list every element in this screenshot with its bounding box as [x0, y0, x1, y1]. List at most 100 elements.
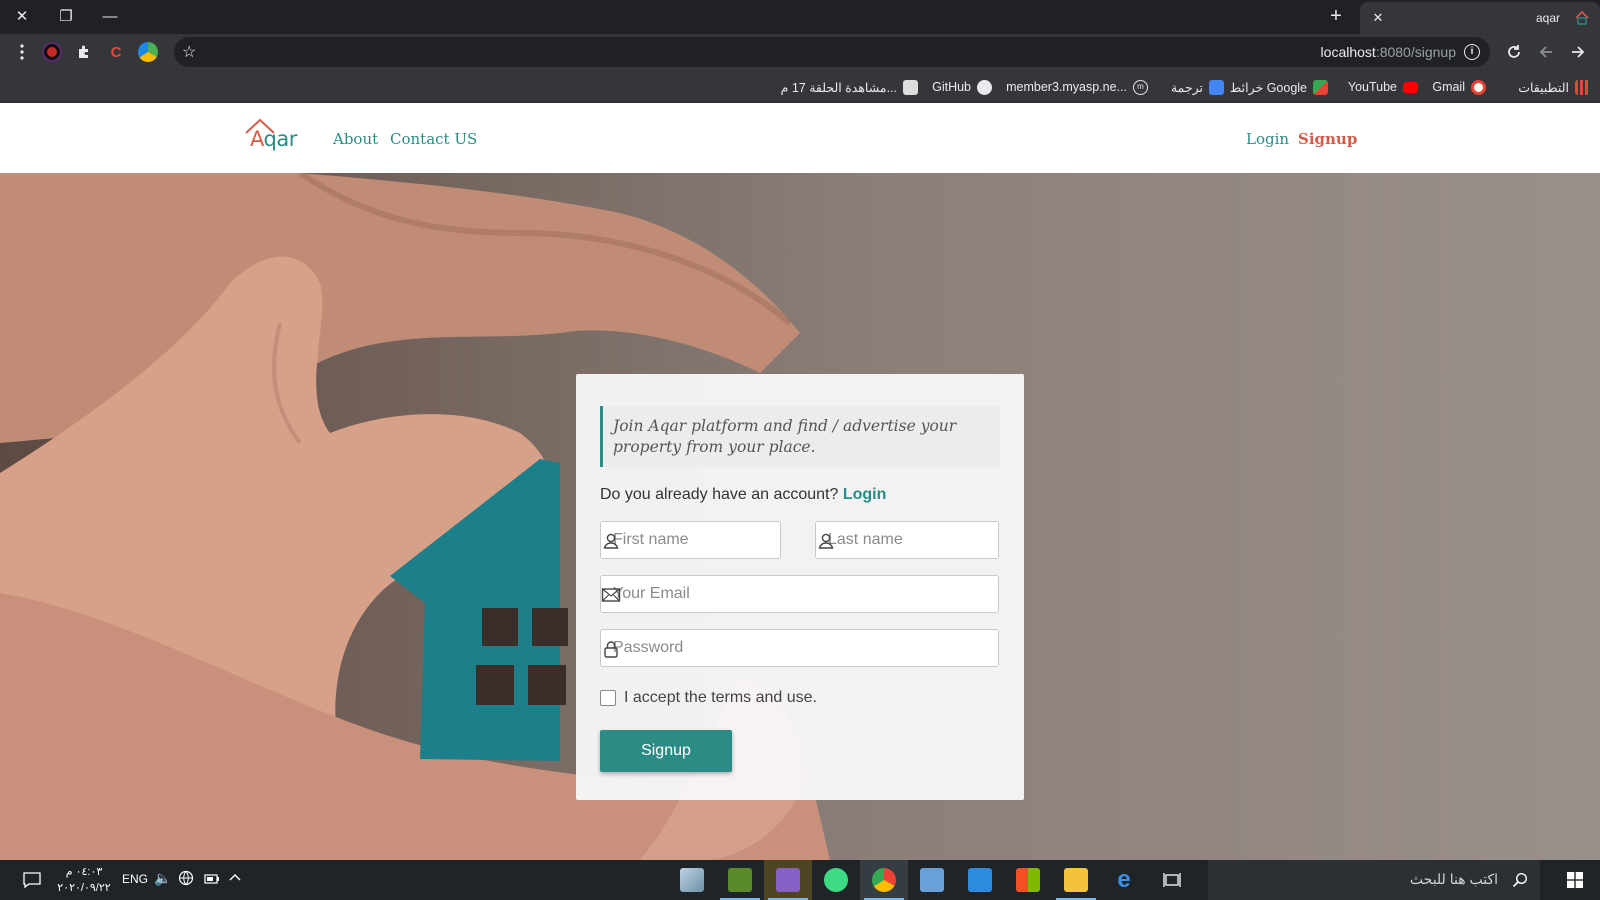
back-button[interactable] — [1532, 39, 1560, 65]
bookmark-member3[interactable]: member3.myasp.ne... m — [1006, 78, 1148, 96]
taskbar-app-explorer[interactable] — [1052, 860, 1100, 900]
web-page: Aqar About Contact US Login Signup Join … — [0, 103, 1600, 860]
edge-icon: e — [1117, 866, 1131, 893]
window-minimize-button[interactable]: — — [88, 0, 132, 32]
bookmark-translate[interactable]: ترجمة — [1171, 78, 1224, 96]
signup-button[interactable]: Signup — [600, 730, 732, 772]
mail-icon — [968, 868, 992, 892]
language-indicator[interactable]: ENG — [122, 872, 148, 886]
github-icon — [977, 79, 992, 95]
taskbar-app-sql[interactable] — [716, 860, 764, 900]
bookmark-episode[interactable]: مشاهدة الحلقة 17 م... — [781, 78, 918, 96]
logo-rest: qar — [263, 127, 298, 151]
address-bar[interactable]: ☆ localhost:8080/signup i — [174, 37, 1490, 67]
more-vertical-icon — [20, 44, 24, 60]
bookmark-apps[interactable]: التطبيقات — [1518, 78, 1590, 96]
apps-grid-icon — [1575, 79, 1590, 95]
taskbar-app-store[interactable] — [1004, 860, 1052, 900]
taskbar-app-android-studio[interactable] — [812, 860, 860, 900]
battery-icon[interactable] — [204, 873, 220, 888]
site-navbar: Aqar About Contact US Login Signup — [0, 103, 1600, 173]
first-name-input[interactable] — [601, 522, 780, 558]
extension-c-icon[interactable]: C — [106, 42, 126, 62]
password-field[interactable] — [600, 629, 999, 667]
task-view-icon — [1163, 873, 1181, 887]
nav-signup-link[interactable]: Signup — [1298, 130, 1357, 148]
network-icon[interactable] — [178, 870, 194, 889]
card-login-link[interactable]: Login — [843, 486, 887, 503]
windows-icon — [1567, 872, 1583, 888]
site-m-icon: m — [1133, 79, 1148, 95]
store-icon — [1016, 868, 1040, 892]
extension-colorwheel-icon[interactable] — [138, 42, 158, 62]
reload-button[interactable] — [1500, 39, 1528, 65]
site-info-icon[interactable]: i — [1464, 44, 1480, 60]
bookmark-label: ترجمة — [1170, 80, 1203, 95]
bookmark-star-icon[interactable]: ☆ — [182, 42, 196, 62]
bookmark-label: GitHub — [932, 80, 971, 94]
user-icon — [818, 533, 834, 549]
extensions-puzzle-icon[interactable] — [74, 42, 94, 62]
window-restore-button[interactable]: ❐ — [44, 0, 88, 32]
taskbar-app-visual-studio[interactable] — [764, 860, 812, 900]
extension-avatar-icon[interactable] — [42, 42, 62, 62]
action-center-button[interactable] — [10, 860, 54, 900]
bookmark-youtube[interactable]: YouTube — [1348, 78, 1418, 96]
reload-icon — [1508, 45, 1520, 58]
last-name-input[interactable] — [816, 522, 998, 558]
aqar-logo[interactable]: Aqar — [244, 117, 308, 153]
arrow-left-icon — [1539, 46, 1552, 58]
bookmark-gmail[interactable]: Gmail — [1432, 78, 1486, 96]
taskbar-app-edge[interactable]: e — [1100, 860, 1148, 900]
notes-app-icon — [680, 868, 704, 892]
taskbar-search-box[interactable]: اكتب هنا للبحث — [1208, 860, 1540, 900]
password-input[interactable] — [601, 630, 998, 666]
bookmark-label: خرائط Google — [1229, 80, 1307, 95]
nav-contact-link[interactable]: Contact US — [390, 130, 477, 148]
browser-menu-button[interactable] — [8, 39, 36, 65]
nav-login-link[interactable]: Login — [1246, 130, 1289, 148]
last-name-field[interactable] — [815, 521, 999, 559]
bookmark-label: مشاهدة الحلقة 17 م... — [780, 80, 897, 95]
taskbar-app-chrome[interactable] — [860, 860, 908, 900]
chevron-up-icon[interactable] — [228, 871, 242, 888]
taskbar-clock[interactable]: ٠٤:٠٣ م ٢٠٢٠/٠٩/٢٢ — [56, 864, 112, 896]
arrow-right-icon — [1572, 46, 1585, 58]
bookmark-label: Gmail — [1432, 80, 1465, 94]
visual-studio-icon — [776, 868, 800, 892]
maps-icon — [1313, 79, 1328, 95]
bookmark-label: YouTube — [1347, 80, 1397, 94]
email-input[interactable] — [601, 576, 998, 612]
first-name-field[interactable] — [600, 521, 781, 559]
volume-icon[interactable]: 🔈 — [154, 870, 171, 887]
address-url: localhost:8080/signup — [1320, 44, 1456, 60]
bookmark-maps[interactable]: خرائط Google — [1230, 78, 1328, 96]
signup-card: Join Aqar platform and find / advertise … — [576, 374, 1024, 800]
start-button[interactable] — [1550, 860, 1600, 900]
bookmark-github[interactable]: GitHub — [932, 78, 992, 96]
new-tab-button[interactable]: + — [1324, 5, 1348, 29]
taskbar-app-notes[interactable] — [668, 860, 716, 900]
terms-checkbox-row[interactable]: I accept the terms and use. — [600, 689, 817, 707]
user-icon — [603, 533, 619, 549]
window-close-button[interactable]: ✕ — [0, 0, 44, 32]
browser-tab[interactable]: aqar ✕ — [1360, 2, 1600, 34]
tab-close-icon[interactable]: ✕ — [1370, 10, 1386, 26]
task-view-button[interactable] — [1148, 860, 1196, 900]
nav-about-link[interactable]: About — [333, 130, 378, 148]
folder-icon — [1064, 868, 1088, 892]
taskbar-app-mail[interactable] — [956, 860, 1004, 900]
close-icon: ✕ — [15, 8, 29, 25]
search-placeholder: اكتب هنا للبحث — [1409, 871, 1498, 887]
android-studio-icon — [824, 868, 848, 892]
bookmarks-bar: التطبيقات Gmail YouTube خرائط Google ترج… — [0, 70, 1600, 102]
email-field[interactable] — [600, 575, 999, 613]
browser-toolbar: C ☆ localhost:8080/signup i — [0, 34, 1600, 70]
google-icon — [1471, 79, 1486, 95]
chrome-icon — [872, 868, 896, 892]
terms-checkbox[interactable] — [600, 690, 616, 706]
taskbar-app-remote[interactable] — [908, 860, 956, 900]
remote-desktop-icon — [920, 868, 944, 892]
forward-button[interactable] — [1564, 39, 1592, 65]
terms-label: I accept the terms and use. — [624, 689, 817, 706]
